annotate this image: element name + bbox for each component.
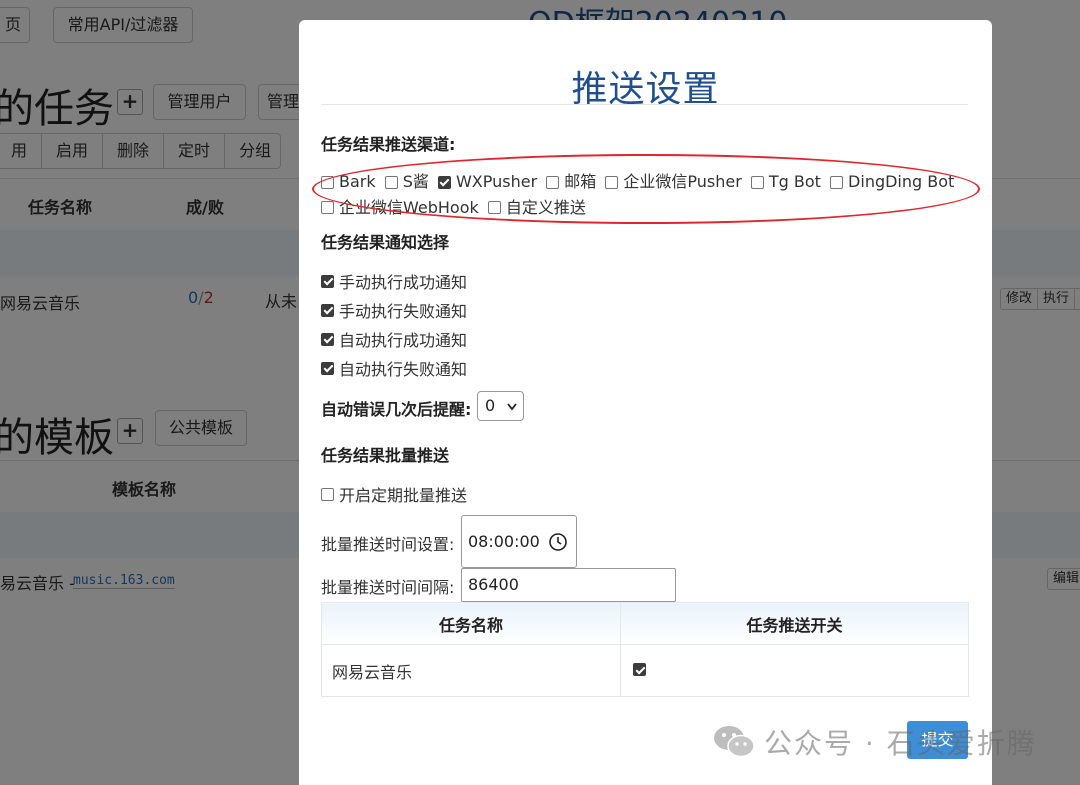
watermark-text: 公众号 · 石头爱折腾 [764,727,1037,760]
error-count-select[interactable]: 0 [477,391,524,421]
checkbox[interactable] [321,487,334,501]
batch-enable[interactable]: 开启定期批量推送 [321,482,467,506]
batch-time-label: 批量推送时间设置: [321,535,455,554]
checkbox-checked[interactable] [321,332,334,346]
batch-label: 任务结果批量推送 [321,446,450,465]
clock-icon[interactable] [548,532,568,552]
push-settings-modal: 推送设置 任务结果推送渠道: Bark S酱 WXPusher 邮箱 企业微信P… [299,20,992,785]
task-push-table: 任务名称 任务推送开关 网易云音乐 [321,602,969,697]
notify-label: 任务结果通知选择 [321,233,450,252]
annotation-ellipse [312,154,980,224]
wechat-icon [714,726,755,758]
table-header-task-name: 任务名称 [321,602,621,645]
watermark: 公众号 · 石头爱折腾 [712,722,1037,762]
checkbox-checked[interactable] [321,274,334,288]
checkbox-checked[interactable] [321,361,334,375]
notify-manual-success[interactable]: 手动执行成功通知 [321,269,467,293]
channels-label: 任务结果推送渠道: [321,135,456,154]
error-reminder-label: 自动错误几次后提醒: [321,400,472,419]
table-cell-task-name: 网易云音乐 [321,644,621,697]
notify-auto-fail[interactable]: 自动执行失败通知 [321,356,467,380]
checkbox-checked[interactable] [633,663,646,676]
batch-time-input[interactable]: 08:00:00 [461,515,577,568]
notify-manual-fail[interactable]: 手动执行失败通知 [321,298,467,322]
chevron-down-icon [507,403,517,411]
table-header-push-switch: 任务推送开关 [620,602,969,645]
table-row: 网易云音乐 [321,644,969,697]
table-cell-push-switch [620,644,969,697]
divider [321,104,968,105]
batch-interval-input[interactable]: 86400 [461,568,676,602]
checkbox[interactable] [321,201,334,214]
notify-auto-success[interactable]: 自动执行成功通知 [321,327,467,351]
batch-interval-label: 批量推送时间间隔: [321,578,455,597]
checkbox-checked[interactable] [321,303,334,317]
